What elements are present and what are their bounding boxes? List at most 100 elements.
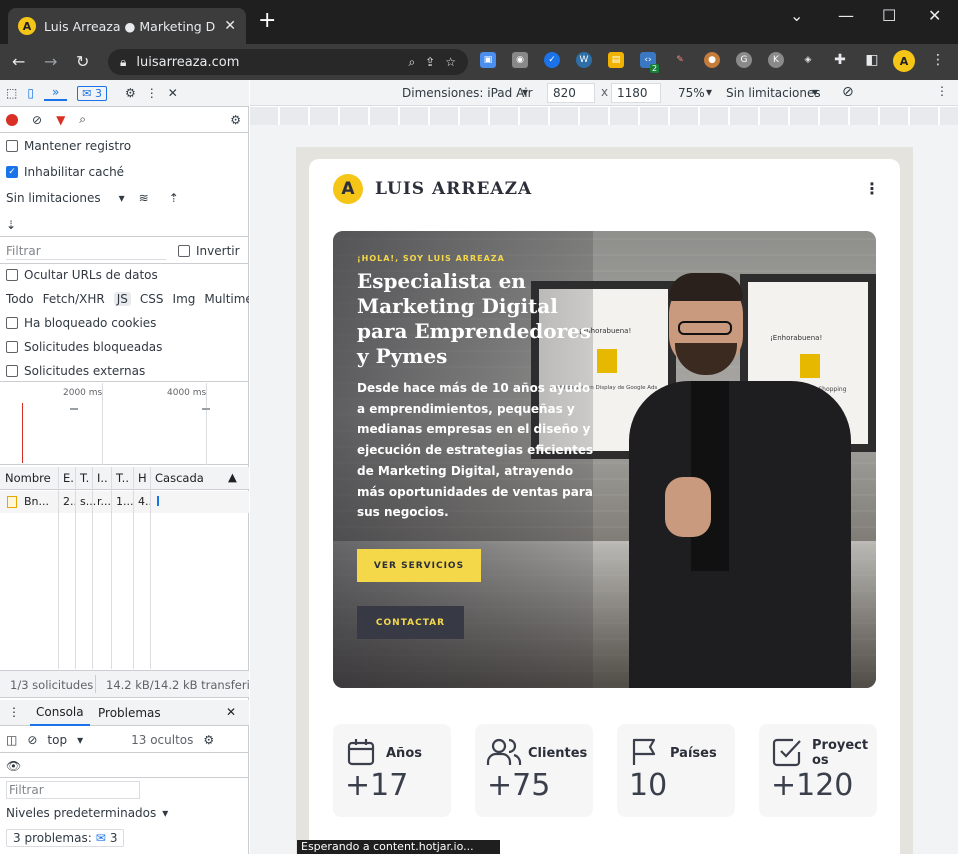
issues-message-icon: ✉ <box>95 831 106 845</box>
share-icon[interactable]: ⇪ <box>425 55 435 69</box>
load-event-marker <box>22 403 23 463</box>
services-button[interactable]: VER SERVICIOS <box>357 549 481 582</box>
clear-icon[interactable]: ⊘ <box>32 113 42 127</box>
import-har-icon[interactable]: ⇡ <box>169 191 179 205</box>
throttling-select[interactable]: Sin limitaciones <box>6 191 101 205</box>
device-menu-icon[interactable]: ⋮ <box>936 84 948 98</box>
site-logo-icon[interactable]: A <box>333 174 363 204</box>
close-devtools-icon[interactable]: ✕ <box>168 86 178 100</box>
messages-badge[interactable]: ✉ 3 <box>77 85 108 101</box>
tab-search-icon[interactable]: ⌄ <box>790 6 803 25</box>
column-name[interactable]: Nombre <box>5 471 51 485</box>
hide-data-urls-checkbox[interactable] <box>6 269 18 281</box>
clear-console-icon[interactable]: ⊘ <box>27 733 37 747</box>
browser-tab[interactable]: A Luis Arreaza ● Marketing Digital, ✕ <box>8 8 246 44</box>
filter-all[interactable]: Todo <box>6 292 34 306</box>
new-tab-button[interactable]: + <box>258 10 276 32</box>
invert-checkbox[interactable] <box>178 244 190 257</box>
timeline-gridline <box>102 383 103 465</box>
export-har-icon[interactable]: ⇣ <box>6 218 16 232</box>
filter-js[interactable]: JS <box>113 292 131 306</box>
maximize-button[interactable]: ☐ <box>882 6 896 25</box>
profile-avatar[interactable]: A <box>893 50 915 72</box>
extension-icon[interactable]: ▣ <box>480 52 496 68</box>
console-settings-icon[interactable]: ⚙ <box>203 733 214 747</box>
disable-cache-checkbox[interactable]: ✓ <box>6 166 18 178</box>
rotate-icon[interactable]: ⊘ <box>842 84 854 100</box>
filter-media[interactable]: Multimedi <box>204 292 249 306</box>
record-icon[interactable] <box>6 113 18 126</box>
more-tabs-button[interactable]: » <box>43 85 68 101</box>
k-extension-icon[interactable]: K <box>768 52 784 68</box>
blocked-requests-checkbox[interactable] <box>6 341 18 353</box>
hamburger-menu-icon[interactable]: ⋮ <box>864 179 880 198</box>
wordpress-icon[interactable]: W <box>576 52 592 68</box>
tab-issues[interactable]: Problemas <box>98 706 161 720</box>
issues-button[interactable]: 3 problemas: ✉ 3 <box>6 829 125 847</box>
folder-extension-icon[interactable]: ▤ <box>608 52 624 68</box>
browser-menu-icon[interactable]: ⋮ <box>930 52 946 68</box>
throttle-select[interactable]: Sin limitaciones <box>726 86 821 100</box>
filter-img[interactable]: Img <box>173 292 196 306</box>
drawer-menu-icon[interactable]: ⋮ <box>8 705 20 719</box>
tab-close-icon[interactable]: ✕ <box>224 18 236 34</box>
minimize-button[interactable]: — <box>838 6 854 25</box>
network-conditions-icon[interactable]: ≋ <box>139 191 149 205</box>
devtools-menu-icon[interactable]: ⋮ <box>146 86 158 100</box>
brand-name[interactable]: LUIS ARREAZA <box>375 179 532 199</box>
sidebar-toggle-icon[interactable]: ◫ <box>6 733 17 747</box>
camera-extension-icon[interactable]: ◉ <box>512 52 528 68</box>
live-expression-eye-icon[interactable]: 👁︎ <box>6 759 21 773</box>
filter-input[interactable]: Filtrar <box>6 242 166 260</box>
bookmark-star-icon[interactable]: ☆ <box>445 55 456 69</box>
filter-css[interactable]: CSS <box>140 292 164 306</box>
close-window-button[interactable]: ✕ <box>928 6 941 25</box>
context-select[interactable]: top <box>47 733 67 747</box>
device-select[interactable]: Dimensiones: iPad Air <box>402 86 533 100</box>
address-bar[interactable]: 🔒︎ luisarreaza.com ⌕ ⇪ ☆ <box>108 49 468 75</box>
third-party-checkbox[interactable] <box>6 364 18 377</box>
filter-funnel-icon[interactable]: ▼ <box>56 113 65 127</box>
device-toolbar-icon[interactable]: ▯ <box>27 86 34 100</box>
column-waterfall[interactable]: Cascada <box>155 471 204 485</box>
chevron-down-icon: ▾ <box>162 806 169 820</box>
settings-gear-icon[interactable]: ⚙ <box>125 86 136 100</box>
column-type[interactable]: T. <box>80 471 89 485</box>
chevron-down-icon: ▾ <box>706 85 713 99</box>
media-query-ruler[interactable] <box>250 107 958 125</box>
hidden-count: 13 ocultos <box>131 732 194 747</box>
column-time[interactable]: H <box>138 471 147 485</box>
check-extension-icon[interactable]: ✓ <box>544 52 560 68</box>
console-filter-input[interactable]: Filtrar <box>6 781 140 799</box>
blocked-cookies-checkbox[interactable] <box>6 317 18 329</box>
network-settings-icon[interactable]: ⚙ <box>230 113 241 127</box>
height-input[interactable]: 1180 <box>611 83 661 103</box>
log-levels-select[interactable]: Niveles predeterminados <box>6 806 156 820</box>
color-picker-icon[interactable]: ✎ <box>672 52 688 68</box>
column-size[interactable]: T.. <box>116 471 129 485</box>
column-status[interactable]: E. <box>63 471 74 485</box>
contact-button[interactable]: CONTACTAR <box>357 606 464 639</box>
width-input[interactable]: 820 <box>547 83 595 103</box>
reload-icon[interactable]: ↻ <box>76 52 89 71</box>
eraser-extension-icon[interactable]: ◈ <box>800 52 816 68</box>
g-extension-icon[interactable]: G <box>736 52 752 68</box>
search-icon[interactable]: ⌕ <box>408 55 415 70</box>
forward-icon[interactable]: → <box>44 52 57 71</box>
cookie-icon[interactable]: ● <box>704 52 720 68</box>
back-icon[interactable]: ← <box>12 52 25 71</box>
extensions-puzzle-icon[interactable]: ✚ <box>832 52 848 68</box>
stat-card-years: Años +17 <box>333 724 451 817</box>
preserve-log-checkbox[interactable] <box>6 140 18 152</box>
filter-fetch-xhr[interactable]: Fetch/XHR <box>43 292 105 306</box>
column-initiator[interactable]: I.. <box>97 471 108 485</box>
side-panel-icon[interactable]: ◧ <box>864 52 880 68</box>
tab-console[interactable]: Consola <box>30 700 90 726</box>
zoom-select[interactable]: 75% <box>678 86 705 100</box>
search-icon[interactable]: ⌕ <box>79 112 86 127</box>
inspect-element-icon[interactable]: ⬚ <box>6 86 17 100</box>
sort-up-icon[interactable]: ▲ <box>228 470 237 484</box>
timeline-overview[interactable]: 2000 ms 4000 ms <box>0 383 249 465</box>
close-drawer-icon[interactable]: ✕ <box>226 705 236 719</box>
table-row[interactable]: Bn... 2.. s... r... 1... 4.. <box>0 491 249 513</box>
